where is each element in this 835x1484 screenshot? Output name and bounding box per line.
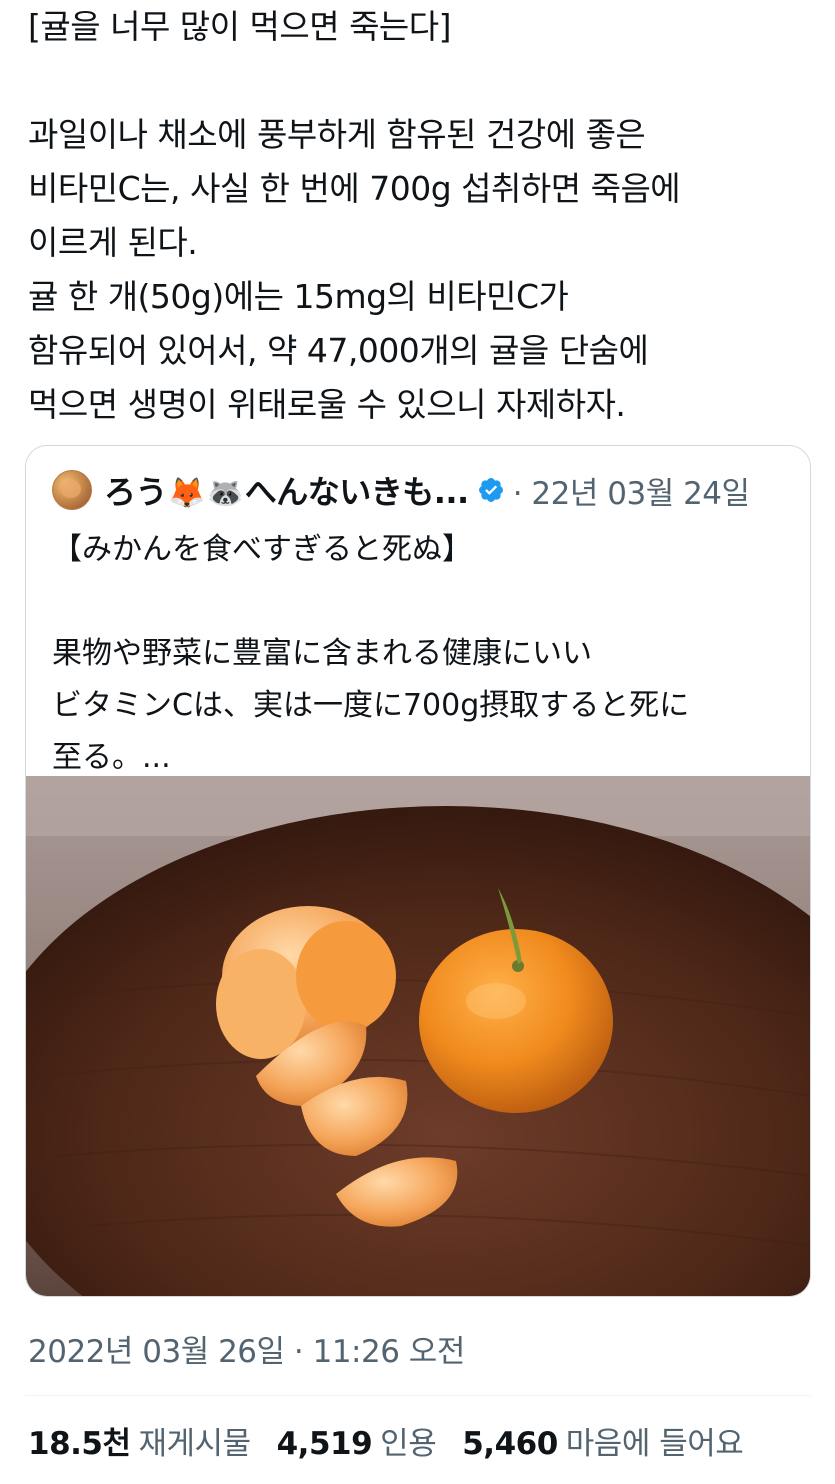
quoted-title-line: 【みかんを食べすぎると死ぬ】 bbox=[52, 532, 472, 567]
author-name-part: ろう bbox=[104, 473, 168, 511]
engagement-stats: 18.5천 재게시물 4,519 인용 5,460 마음에 들어요 bbox=[28, 1418, 769, 1463]
fox-emoji-icon: 🦊 bbox=[168, 476, 205, 511]
quoted-text-line: ビタミンCは、実は一度に700g摂取すると死に bbox=[52, 688, 690, 723]
avatar[interactable] bbox=[52, 470, 92, 510]
quoted-tweet-text: 【みかんを食べすぎると死ぬ】 果物や野菜に豊富に含まれる健康にいい ビタミンCは… bbox=[52, 524, 792, 784]
tweet-text-line: 먹으면 생명이 위태로울 수 있으니 자제하자. bbox=[28, 385, 626, 424]
quoted-text-line: 果物や野菜に豊富に含まれる健康にいい bbox=[52, 636, 592, 671]
raccoon-emoji-icon: 🦝 bbox=[206, 476, 244, 511]
tweet-text-line: 과일이나 채소에 풍부하게 함유된 건강에 좋은 bbox=[28, 115, 646, 154]
tweet-text-line: 함유되어 있어서, 약 47,000개의 귤을 단숨에 bbox=[28, 331, 649, 370]
tweet-timestamp[interactable]: 2022년 03월 26일 · 11:26 오전 bbox=[28, 1326, 465, 1371]
likes-count[interactable]: 5,460 bbox=[462, 1426, 558, 1462]
tweet-text-line: 이르게 된다. bbox=[28, 223, 198, 262]
divider bbox=[25, 1395, 811, 1396]
quoted-tweet-header: ろう🦊🦝へんないきも... · 22년 03월 24일 bbox=[52, 468, 750, 512]
verified-badge-icon bbox=[478, 478, 503, 502]
tweet-text-line: 귤 한 개(50g)에는 15mg의 비타민C가 bbox=[28, 277, 569, 316]
author-name-part: へんないきも... bbox=[244, 473, 469, 511]
retweets-label[interactable]: 재게시물 bbox=[139, 1418, 252, 1463]
retweets-count[interactable]: 18.5천 bbox=[28, 1418, 131, 1463]
likes-label[interactable]: 마음에 들어요 bbox=[566, 1418, 744, 1463]
quoted-blank-line bbox=[52, 576, 792, 628]
quotes-count[interactable]: 4,519 bbox=[277, 1426, 373, 1462]
quoted-tweet-date[interactable]: · 22년 03월 24일 bbox=[513, 468, 750, 513]
tweet-text-line: 비타민C는, 사실 한 번에 700g 섭취하면 죽음에 bbox=[28, 169, 681, 208]
tangerine-photo[interactable] bbox=[26, 776, 810, 1296]
tweet-text: [귤을 너무 많이 먹으면 죽는다] 과일이나 채소에 풍부하게 함유된 건강에… bbox=[28, 0, 818, 432]
quoted-tweet-card[interactable]: ろう🦊🦝へんないきも... · 22년 03월 24일 【みかんを食べすぎると死… bbox=[25, 445, 811, 1297]
quotes-label[interactable]: 인용 bbox=[380, 1418, 437, 1463]
tweet-title-line: [귤을 너무 많이 먹으면 죽는다] bbox=[28, 7, 452, 46]
quoted-author-name[interactable]: ろう🦊🦝へんないきも... bbox=[104, 467, 469, 513]
tangerine-photo-drawing bbox=[26, 776, 810, 1296]
